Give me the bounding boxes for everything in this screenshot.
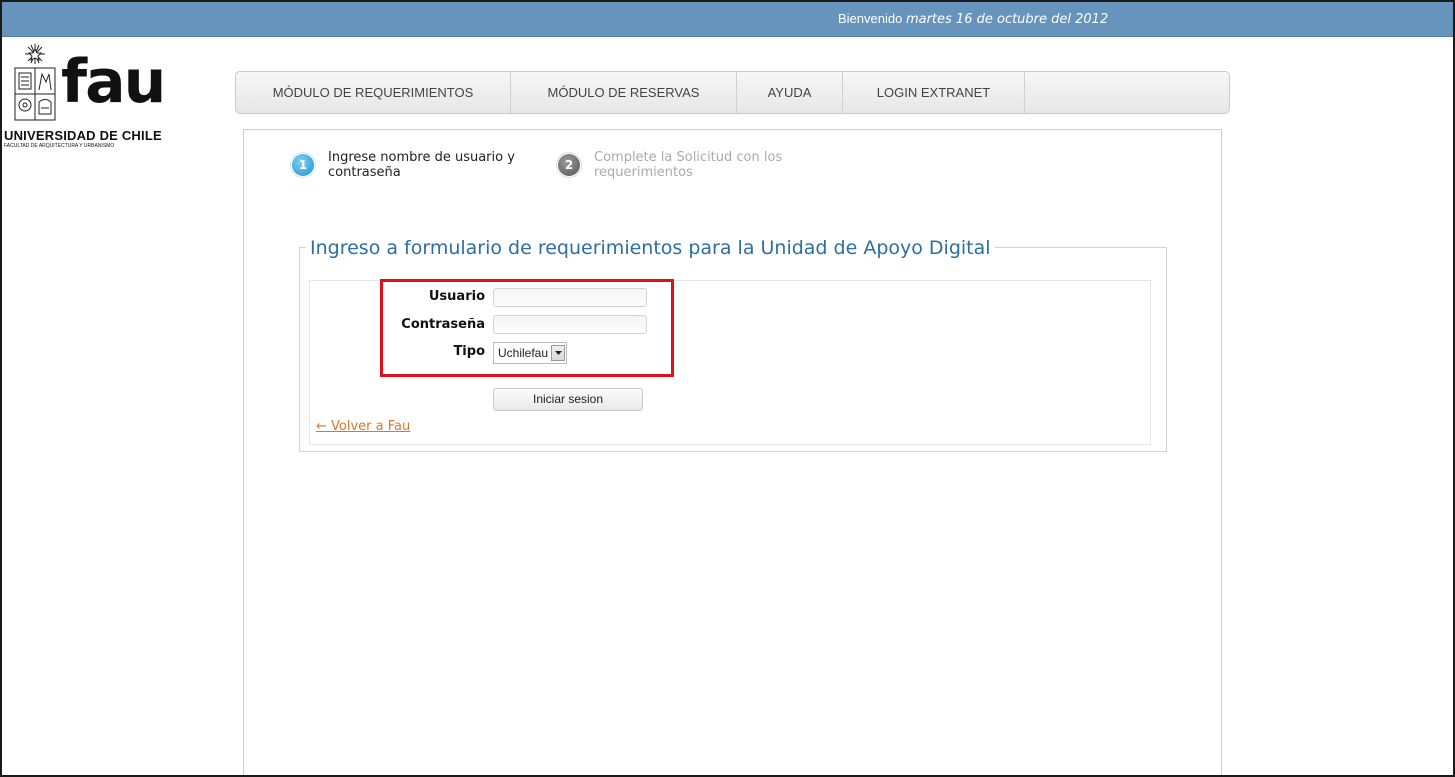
main-nav: MÓDULO DE REQUERIMIENTOS MÓDULO DE RESER… [235,71,1230,114]
form-legend: Ingreso a formulario de requerimientos p… [306,237,995,259]
nav-item-requerimientos[interactable]: MÓDULO DE REQUERIMIENTOS [236,72,511,113]
main-content: 1 Ingrese nombre de usuario y contraseña… [243,129,1222,775]
login-fieldset: Ingreso a formulario de requerimientos p… [299,237,1167,452]
current-date: martes 16 de octubre del 2012 [905,12,1109,27]
browser-page: Bienvenido martes 16 de octubre del 2012 [0,0,1455,777]
fau-logo[interactable]: fau UNIVERSIDAD DE CHILE FACULTAD DE ARQ… [4,42,179,162]
step-2: 2 Complete la Solicitud con los requerim… [558,150,824,180]
nav-item-login-extranet[interactable]: LOGIN EXTRANET [843,72,1025,113]
nav-item-reservas[interactable]: MÓDULO DE RESERVAS [511,72,737,113]
login-form: Usuario Contraseña Tipo Uchilefau Inicia… [309,279,1151,445]
step-text-1: Ingrese nombre de usuario y contraseña [328,150,515,180]
iniciar-sesion-button[interactable]: Iniciar sesion [493,388,643,411]
step-number-2: 2 [558,154,580,176]
step-number-1: 1 [292,154,314,176]
welcome-text: Bienvenido martes 16 de octubre del 2012 [838,11,1108,27]
step-1: 1 Ingrese nombre de usuario y contraseña [292,150,548,180]
brand-name: fau [61,47,166,117]
highlight-box [380,279,674,377]
step-text-2: Complete la Solicitud con los requerimie… [594,150,783,180]
university-name: UNIVERSIDAD DE CHILE [4,128,162,143]
volver-link[interactable]: ← Volver a Fau [316,419,410,434]
nav-item-ayuda[interactable]: AYUDA [737,72,843,113]
welcome-label: Bienvenido [838,11,903,26]
faculty-name: FACULTAD DE ARQUITECTURA Y URBANISMO [4,143,115,149]
university-crest-icon [14,44,56,121]
top-bar: Bienvenido martes 16 de octubre del 2012 [2,2,1453,37]
